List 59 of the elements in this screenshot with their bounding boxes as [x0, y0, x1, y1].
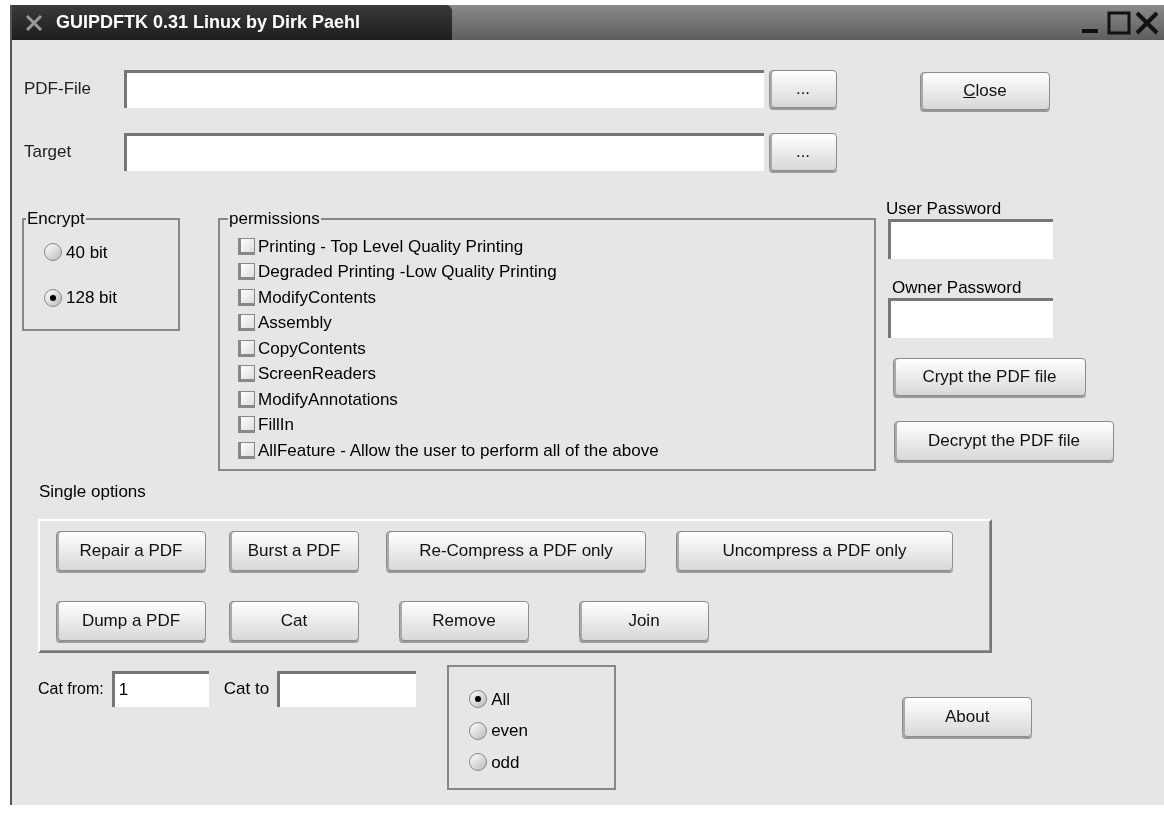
field-label: User Password: [886, 198, 1003, 218]
app-icon: [24, 12, 44, 33]
checkbox-label: ScreenReaders: [258, 363, 377, 385]
password-field[interactable]: [888, 298, 1053, 338]
checkbox[interactable]: [238, 441, 255, 459]
crypt-button[interactable]: Crypt the PDF file: [893, 358, 1086, 396]
action-button[interactable]: Uncompress a PDF only: [676, 530, 953, 571]
checkbox[interactable]: [238, 263, 255, 281]
checkbox-label: AllFeature - Allow the user to perform all of the above: [258, 439, 659, 462]
action-button[interactable]: Burst a PDF: [229, 530, 359, 571]
close-button[interactable]: Close: [920, 72, 1050, 110]
checkbox-label: Printing - Top Level Quality Printing: [258, 235, 524, 258]
checkbox[interactable]: [238, 390, 255, 408]
field-label: Cat from:: [38, 678, 104, 699]
radio-button[interactable]: [469, 753, 488, 772]
browse-button[interactable]: ...: [769, 133, 837, 171]
file-path-field[interactable]: [124, 133, 764, 171]
field-label: Cat to: [223, 677, 270, 700]
action-button[interactable]: Repair a PDF: [56, 530, 206, 571]
decrypt-button[interactable]: Decrypt the PDF file: [894, 421, 1114, 461]
group-title: permissions: [228, 208, 321, 230]
checkbox-label: ModifyContents: [258, 286, 377, 309]
radio-label: even: [491, 720, 529, 742]
file-path-field[interactable]: [124, 70, 764, 108]
checkbox[interactable]: [238, 416, 255, 434]
checkbox[interactable]: [238, 314, 255, 332]
checkbox[interactable]: [238, 288, 255, 306]
action-button[interactable]: Remove: [399, 600, 529, 641]
password-field[interactable]: [888, 219, 1053, 259]
cat-to-field[interactable]: [277, 670, 417, 707]
action-button[interactable]: Re-Compress a PDF only: [386, 530, 646, 571]
radio-button[interactable]: [469, 721, 488, 740]
radio-button[interactable]: [44, 243, 62, 262]
radio-label: odd: [491, 751, 520, 774]
about-button[interactable]: About: [902, 696, 1033, 737]
checkbox[interactable]: [238, 237, 255, 255]
checkbox-label: ModifyAnnotations: [258, 388, 398, 411]
radio-label: 128 bit: [66, 287, 118, 309]
action-button[interactable]: Join: [579, 600, 709, 641]
action-button[interactable]: Dump a PDF: [56, 600, 206, 641]
field-label: Target: [23, 141, 73, 164]
checkbox-label: Assembly: [258, 312, 332, 334]
radio-button[interactable]: [44, 288, 62, 307]
field-label: Owner Password: [892, 277, 1023, 297]
radio-label: 40 bit: [66, 241, 108, 264]
cat-from-field[interactable]: 1: [111, 670, 209, 707]
checkbox[interactable]: [238, 339, 255, 357]
window-title: GUIPDFTK 0.31 Linux by Dirk Paehl: [56, 11, 361, 34]
browse-button[interactable]: ...: [769, 70, 837, 108]
section-title: Single options: [39, 481, 147, 503]
radio-label: All: [491, 688, 511, 711]
group-title: Encrypt: [26, 208, 86, 230]
field-label: PDF-File: [23, 78, 93, 101]
checkbox-label: Degraded Printing -Low Quality Printing: [258, 261, 557, 283]
action-button[interactable]: Cat: [229, 600, 359, 641]
checkbox[interactable]: [238, 365, 255, 383]
radio-button[interactable]: [469, 690, 488, 709]
checkbox-label: FillIn: [258, 414, 294, 436]
checkbox-label: CopyContents: [258, 337, 366, 360]
